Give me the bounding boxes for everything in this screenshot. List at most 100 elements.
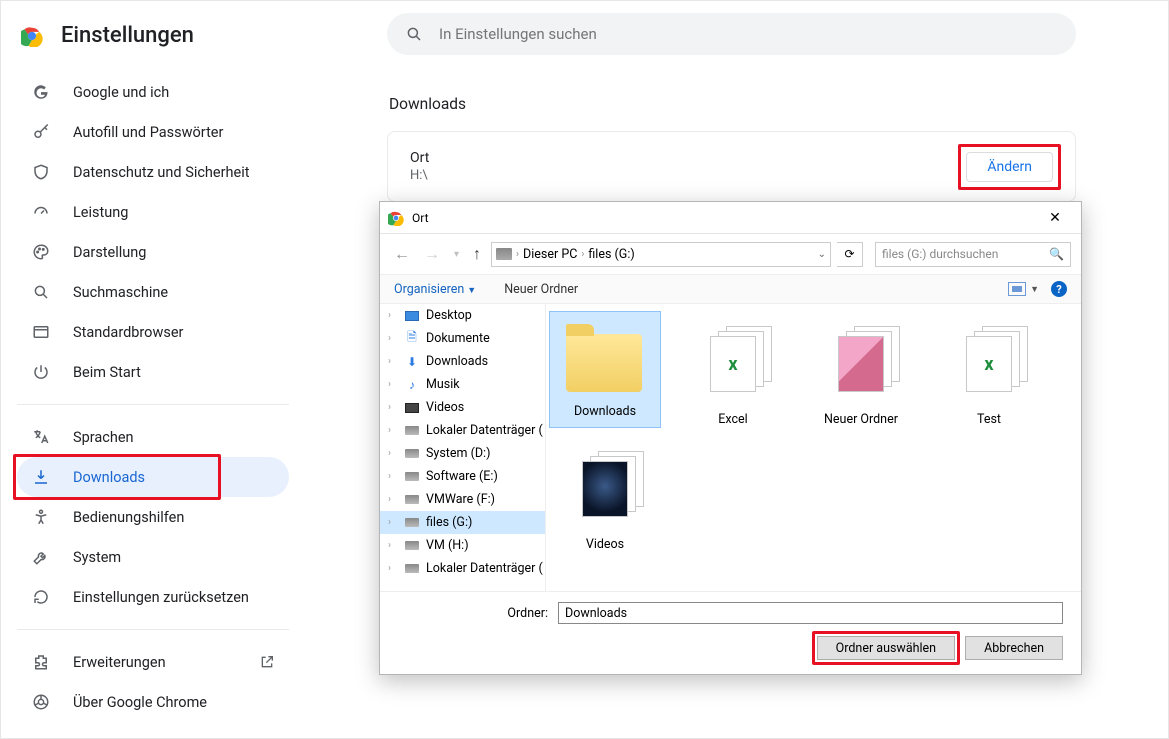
tree-expand-icon[interactable]: ›	[388, 425, 398, 436]
folder-preview-icon	[822, 326, 900, 406]
tree-expand-icon[interactable]: ›	[388, 310, 398, 321]
folder-field[interactable]	[558, 602, 1063, 624]
refresh-icon[interactable]: ⟳	[837, 242, 863, 267]
nav-back-icon[interactable]: ←	[390, 244, 414, 264]
tree-item-label: Desktop	[426, 308, 472, 323]
folder-icon	[566, 318, 644, 398]
tree-item[interactable]: ›♪Musik	[380, 373, 545, 396]
sidebar-item-extensions[interactable]: Erweiterungen	[17, 642, 289, 682]
tree-expand-icon[interactable]: ›	[388, 494, 398, 505]
sidebar-item-label: Google und ich	[73, 84, 169, 101]
nav-up-icon[interactable]: ↑	[469, 244, 485, 264]
file-tile[interactable]: Neuer Ordner	[806, 312, 916, 427]
sidebar-item-startup[interactable]: Beim Start	[17, 352, 289, 392]
key-icon	[31, 122, 51, 142]
select-folder-button[interactable]: Ordner auswählen	[817, 636, 955, 660]
search-icon: 🔍	[1049, 247, 1064, 261]
sidebar-item-default-browser[interactable]: Standardbrowser	[17, 312, 289, 352]
tree-item[interactable]: › Software (E:)	[380, 465, 545, 488]
reset-icon	[31, 587, 51, 607]
drive-icon	[404, 539, 420, 553]
file-tile[interactable]: xExcel	[678, 312, 788, 427]
view-mode-button[interactable]: ▼	[1008, 282, 1039, 296]
tree-item[interactable]: ›VM (H:)	[380, 534, 545, 557]
tree-expand-icon[interactable]: ›	[388, 333, 398, 344]
chrome-mini-icon	[388, 210, 404, 226]
sidebar-item-label: Datenschutz und Sicherheit	[73, 164, 249, 181]
divider	[17, 404, 289, 405]
settings-search-input[interactable]	[437, 24, 1058, 44]
tree-expand-icon[interactable]: ›	[388, 402, 398, 413]
tree-expand-icon[interactable]: ›	[388, 540, 398, 551]
chrome-small-icon	[31, 692, 51, 712]
dialog-titlebar: Ort ✕	[380, 202, 1081, 234]
file-tile[interactable]: Downloads	[550, 312, 660, 427]
folder-tree: › Desktop ›🗎Dokumente›⬇Downloads›♪Musik›Vi…	[380, 304, 546, 591]
file-tile-label: Neuer Ordner	[824, 412, 898, 427]
chevron-right-icon: ›	[516, 249, 519, 260]
sidebar-item-performance[interactable]: Leistung	[17, 192, 289, 232]
breadcrumb-item[interactable]: Dieser PC	[523, 247, 577, 262]
tree-item-label: Software (E:)	[426, 469, 498, 484]
chevron-down-icon[interactable]: ⌄	[818, 249, 826, 260]
tree-expand-icon[interactable]: ›	[388, 356, 398, 367]
tree-item-label: Musik	[426, 377, 460, 392]
sidebar-item-label: Suchmaschine	[73, 284, 168, 301]
tree-item[interactable]: ›files (G:)	[380, 511, 545, 534]
sidebar-item-privacy[interactable]: Datenschutz und Sicherheit	[17, 152, 289, 192]
sidebar-item-system[interactable]: System	[17, 537, 289, 577]
tree-item[interactable]: ›🗎Dokumente	[380, 327, 545, 350]
location-label: Ort	[410, 150, 429, 166]
sidebar-item-accessibility[interactable]: Bedienungshilfen	[17, 497, 289, 537]
file-tile-label: Test	[977, 412, 1001, 427]
tree-expand-icon[interactable]: ›	[388, 563, 398, 574]
tree-expand-icon[interactable]: ›	[388, 517, 398, 528]
download-location-card: Ort H:\ Ändern	[387, 131, 1076, 202]
close-icon[interactable]: ✕	[1037, 210, 1073, 226]
tree-expand-icon[interactable]: ›	[388, 448, 398, 459]
tree-item[interactable]: ›Lokaler Datenträger (	[380, 419, 545, 442]
sidebar-item-autofill[interactable]: Autofill und Passwörter	[17, 112, 289, 152]
palette-icon	[31, 242, 51, 262]
file-tile[interactable]: xTest	[934, 312, 1044, 427]
file-tile[interactable]: Videos	[550, 437, 660, 552]
folder-picker-dialog: Ort ✕ ← → ▾ ↑ › Dieser PC › files (G:) ⌄…	[379, 201, 1082, 675]
nav-history-icon[interactable]: ▾	[450, 249, 463, 260]
sidebar-item-reset[interactable]: Einstellungen zurücksetzen	[17, 577, 289, 617]
dialog-search[interactable]: files (G:) durchsuchen 🔍	[875, 242, 1071, 267]
tree-expand-icon[interactable]: ›	[388, 471, 398, 482]
sidebar-item-label: Standardbrowser	[73, 324, 183, 341]
drive-icon	[404, 447, 420, 461]
tree-item[interactable]: ›Videos	[380, 396, 545, 419]
sidebar-item-label: Beim Start	[73, 364, 141, 381]
tree-item[interactable]: ›VMWare (F:)	[380, 488, 545, 511]
sidebar-item-label: Bedienungshilfen	[73, 509, 184, 526]
file-grid: DownloadsxExcel Neuer Ordner xTest Videos	[546, 304, 1081, 591]
breadcrumb-item[interactable]: files (G:)	[588, 247, 634, 262]
organize-menu[interactable]: Organisieren▼	[394, 282, 476, 297]
sidebar-item-google[interactable]: Google und ich	[17, 72, 289, 112]
sidebar-item-about[interactable]: Über Google Chrome	[17, 682, 289, 722]
new-folder-button[interactable]: Neuer Ordner	[504, 282, 578, 297]
folder-preview-icon	[566, 451, 644, 531]
tree-item[interactable]: ›⬇Downloads	[380, 350, 545, 373]
drive-icon	[404, 493, 420, 507]
sidebar-item-appearance[interactable]: Darstellung	[17, 232, 289, 272]
tree-expand-icon[interactable]: ›	[388, 379, 398, 390]
sidebar-item-search-engine[interactable]: Suchmaschine	[17, 272, 289, 312]
help-icon[interactable]: ?	[1051, 281, 1067, 297]
sidebar-item-label: Downloads	[73, 469, 145, 486]
tree-item[interactable]: ›System (D:)	[380, 442, 545, 465]
address-bar[interactable]: › Dieser PC › files (G:) ⌄	[491, 242, 831, 267]
cancel-button[interactable]: Abbrechen	[965, 636, 1063, 660]
settings-search[interactable]	[387, 13, 1076, 55]
sidebar-item-downloads[interactable]: Downloads	[17, 457, 289, 497]
tree-item[interactable]: › Desktop	[380, 304, 545, 327]
sidebar-item-languages[interactable]: Sprachen	[17, 417, 289, 457]
view-icon	[1008, 282, 1026, 296]
nav-forward-icon: →	[420, 244, 444, 264]
drive-icon	[496, 248, 512, 260]
tree-item-label: Lokaler Datenträger (	[426, 561, 543, 576]
change-button[interactable]: Ändern	[966, 152, 1053, 182]
tree-item[interactable]: › Lokaler Datenträger (	[380, 557, 545, 580]
